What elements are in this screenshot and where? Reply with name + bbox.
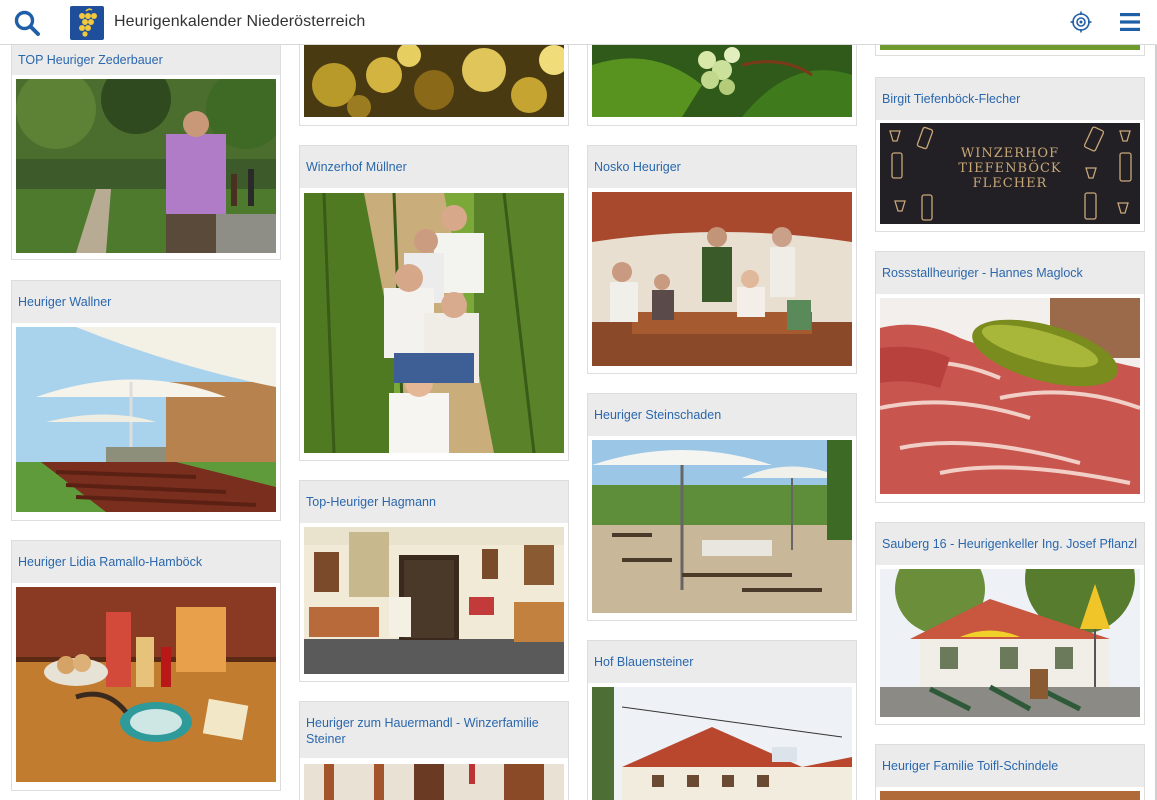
listing-photo[interactable] xyxy=(16,79,276,253)
listing-photo[interactable] xyxy=(592,192,852,366)
listing-photo[interactable] xyxy=(304,764,564,800)
listing-title[interactable]: Heuriger Wallner xyxy=(12,281,280,323)
listing-photo[interactable] xyxy=(304,527,564,674)
locate-icon[interactable] xyxy=(1070,11,1092,33)
listing-title[interactable]: Heuriger zum Hauermandl - Winzerfamilie … xyxy=(300,702,568,758)
listing-photo[interactable] xyxy=(304,45,564,117)
listing-photo[interactable] xyxy=(592,45,852,117)
listing-title[interactable]: Heuriger Steinschaden xyxy=(588,394,856,436)
logo-line-1: WINZERHOF xyxy=(960,146,1060,161)
listing-title[interactable]: Heuriger Familie Toifl-Schindele xyxy=(876,745,1144,787)
listing-photo[interactable] xyxy=(304,193,564,453)
listing-photo[interactable] xyxy=(880,569,1140,717)
listing-title[interactable]: Heuriger Lidia Ramallo-Hamböck xyxy=(12,541,280,583)
listing-title[interactable]: Winzerhof Müllner xyxy=(300,146,568,188)
app-title: Heurigenkalender Niederösterreich xyxy=(114,13,366,30)
logo-text: WINZERHOF TIEFENBÖCK FLECHER xyxy=(880,146,1140,191)
listing-photo[interactable]: WINZERHOF TIEFENBÖCK FLECHER xyxy=(880,123,1140,224)
listing-title[interactable]: Sauberg 16 - Heurigenkeller Ing. Josef P… xyxy=(876,523,1144,565)
menu-icon[interactable] xyxy=(1119,11,1141,33)
listing-title[interactable]: Nosko Heuriger xyxy=(588,146,856,188)
search-icon[interactable] xyxy=(13,9,41,37)
top-bar: Heurigenkalender Niederösterreich xyxy=(0,0,1157,45)
listing-photo[interactable] xyxy=(880,791,1140,800)
grape-logo[interactable] xyxy=(70,6,104,40)
listing-photo[interactable] xyxy=(16,587,276,782)
listing-title[interactable]: Birgit Tiefenböck-Flecher xyxy=(876,78,1144,120)
listing-photo[interactable] xyxy=(592,440,852,613)
listing-title[interactable]: Top-Heuriger Hagmann xyxy=(300,481,568,523)
logo-line-3: FLECHER xyxy=(972,176,1048,191)
listing-title[interactable]: Rossstallheuriger - Hannes Maglock xyxy=(876,252,1144,294)
listing-photo[interactable] xyxy=(880,45,1140,50)
listing-photo[interactable] xyxy=(592,687,852,800)
listing-photo[interactable] xyxy=(16,327,276,512)
listing-title[interactable]: Hof Blauensteiner xyxy=(588,641,856,683)
logo-line-2: TIEFENBÖCK xyxy=(958,161,1062,176)
listing-photo[interactable] xyxy=(880,298,1140,494)
